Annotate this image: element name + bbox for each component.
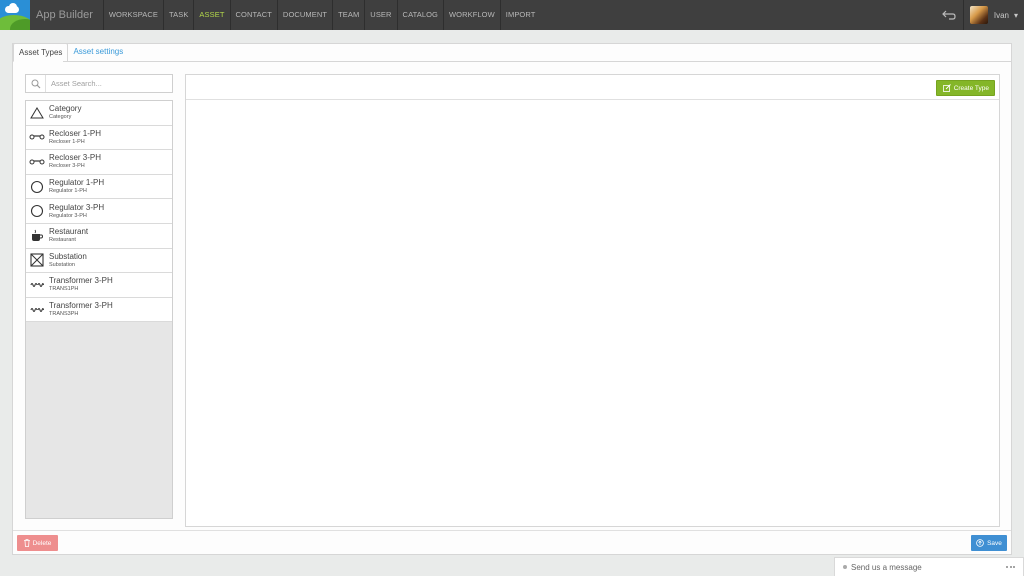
nav-item-asset[interactable]: ASSET — [193, 0, 229, 30]
tab-bar: Asset Types Asset settings — [13, 43, 128, 62]
asset-code: Restaurant — [49, 237, 76, 244]
transformer-icon — [26, 298, 48, 322]
asset-code: Recloser 1-PH — [49, 138, 85, 145]
list-item[interactable]: Regulator 1-PH Regulator 1-PH — [26, 174, 172, 200]
main-panel: Asset Types Asset settings CategoryCateg… — [12, 43, 1012, 555]
user-menu-caret-icon[interactable]: ▾ — [1014, 11, 1018, 20]
nav-item-workspace[interactable]: WORKSPACE — [102, 0, 163, 30]
delete-label: Delete — [32, 539, 52, 547]
list-item[interactable]: Restaurant Restaurant — [26, 223, 172, 249]
triangle-icon — [26, 101, 48, 125]
tab-asset-settings[interactable]: Asset settings — [68, 43, 128, 62]
asset-type-list: Category Category Recloser 1-PH Recloser 1… — [25, 100, 173, 519]
nav-item-user[interactable]: USER — [364, 0, 396, 30]
recloser-icon — [26, 150, 48, 174]
save-label: Save — [987, 539, 1002, 547]
footer-divider — [13, 530, 1011, 531]
asset-name: Recloser 1-PH — [49, 128, 102, 138]
asset-name: Regulator 1-PH — [49, 178, 105, 188]
asset-search-input[interactable] — [46, 79, 166, 88]
asset-name: Restaurant — [49, 227, 89, 237]
asset-name: Regulator 3-PH — [49, 202, 105, 212]
asset-type-detail: Create Type — [185, 74, 1000, 527]
asset-name: Recloser 3-PH — [49, 153, 102, 163]
more-icon[interactable] — [1006, 566, 1015, 568]
circle-icon — [26, 175, 48, 199]
tab-asset-types[interactable]: Asset Types — [13, 43, 69, 62]
transformer-icon — [26, 273, 48, 297]
asset-code: Substation — [49, 261, 75, 268]
asset-search — [25, 74, 173, 93]
create-type-label: Create Type — [953, 84, 989, 92]
asset-name: Category — [49, 104, 82, 114]
user-name[interactable]: Ivan — [994, 11, 1009, 20]
coffee-cup-icon — [26, 224, 48, 248]
list-item[interactable]: Recloser 1-PH Recloser 1-PH — [26, 125, 172, 151]
asset-code: Recloser 3-PH — [49, 163, 85, 170]
asset-name: Substation — [49, 251, 87, 261]
asset-name: Transformer 3-PH — [49, 276, 113, 286]
edit-icon — [942, 84, 951, 92]
nav-item-catalog[interactable]: CATALOG — [396, 0, 443, 30]
nav-item-document[interactable]: DOCUMENT — [276, 0, 332, 30]
nav-item-workflow[interactable]: WORKFLOW — [442, 0, 500, 30]
user-avatar[interactable] — [969, 6, 988, 24]
asset-code: Regulator 1-PH — [49, 188, 87, 195]
app-title: App Builder — [36, 9, 93, 21]
list-item[interactable]: Transformer 3-PH TRANS3PH — [26, 297, 172, 323]
main-nav: WORKSPACE TASK ASSET CONTACT DOCUMENT TE… — [102, 0, 541, 30]
detail-toolbar — [186, 75, 999, 100]
chat-status-icon — [843, 565, 847, 569]
user-area: Ivan ▾ — [936, 0, 1024, 30]
chat-widget[interactable]: Send us a message — [834, 557, 1024, 576]
list-item[interactable]: Substation Substation — [26, 248, 172, 274]
search-icon — [26, 75, 46, 92]
crossed-box-icon — [26, 248, 48, 272]
trash-icon — [23, 539, 30, 547]
list-item[interactable]: Recloser 3-PH Recloser 3-PH — [26, 150, 172, 175]
asset-code: Regulator 3-PH — [49, 212, 87, 219]
create-type-button[interactable]: Create Type — [935, 80, 995, 96]
undo-icon[interactable] — [936, 0, 964, 30]
nav-item-task[interactable]: TASK — [162, 0, 193, 30]
recloser-icon — [26, 125, 48, 149]
asset-name: Transformer 3-PH — [49, 301, 113, 311]
upload-icon — [976, 539, 984, 547]
asset-code: TRANS3PH — [49, 311, 79, 318]
list-item[interactable]: Transformer 3-PH TRANS1PH — [26, 273, 172, 298]
asset-code: TRANS1PH — [49, 286, 79, 293]
nav-item-import[interactable]: IMPORT — [499, 0, 541, 30]
nav-item-contact[interactable]: CONTACT — [229, 0, 277, 30]
delete-button[interactable]: Delete — [17, 535, 58, 551]
circle-icon — [26, 199, 48, 223]
list-item[interactable]: Regulator 3-PH Regulator 3-PH — [26, 199, 172, 224]
list-item[interactable]: Category Category — [26, 101, 172, 126]
nav-item-team[interactable]: TEAM — [332, 0, 364, 30]
asset-code: Category — [49, 114, 72, 121]
chat-label: Send us a message — [851, 562, 922, 572]
save-button[interactable]: Save — [971, 535, 1007, 551]
top-navbar: App Builder WORKSPACE TASK ASSET CONTACT… — [0, 0, 1024, 30]
app-logo[interactable] — [0, 0, 30, 30]
tab-divider — [63, 61, 1011, 62]
